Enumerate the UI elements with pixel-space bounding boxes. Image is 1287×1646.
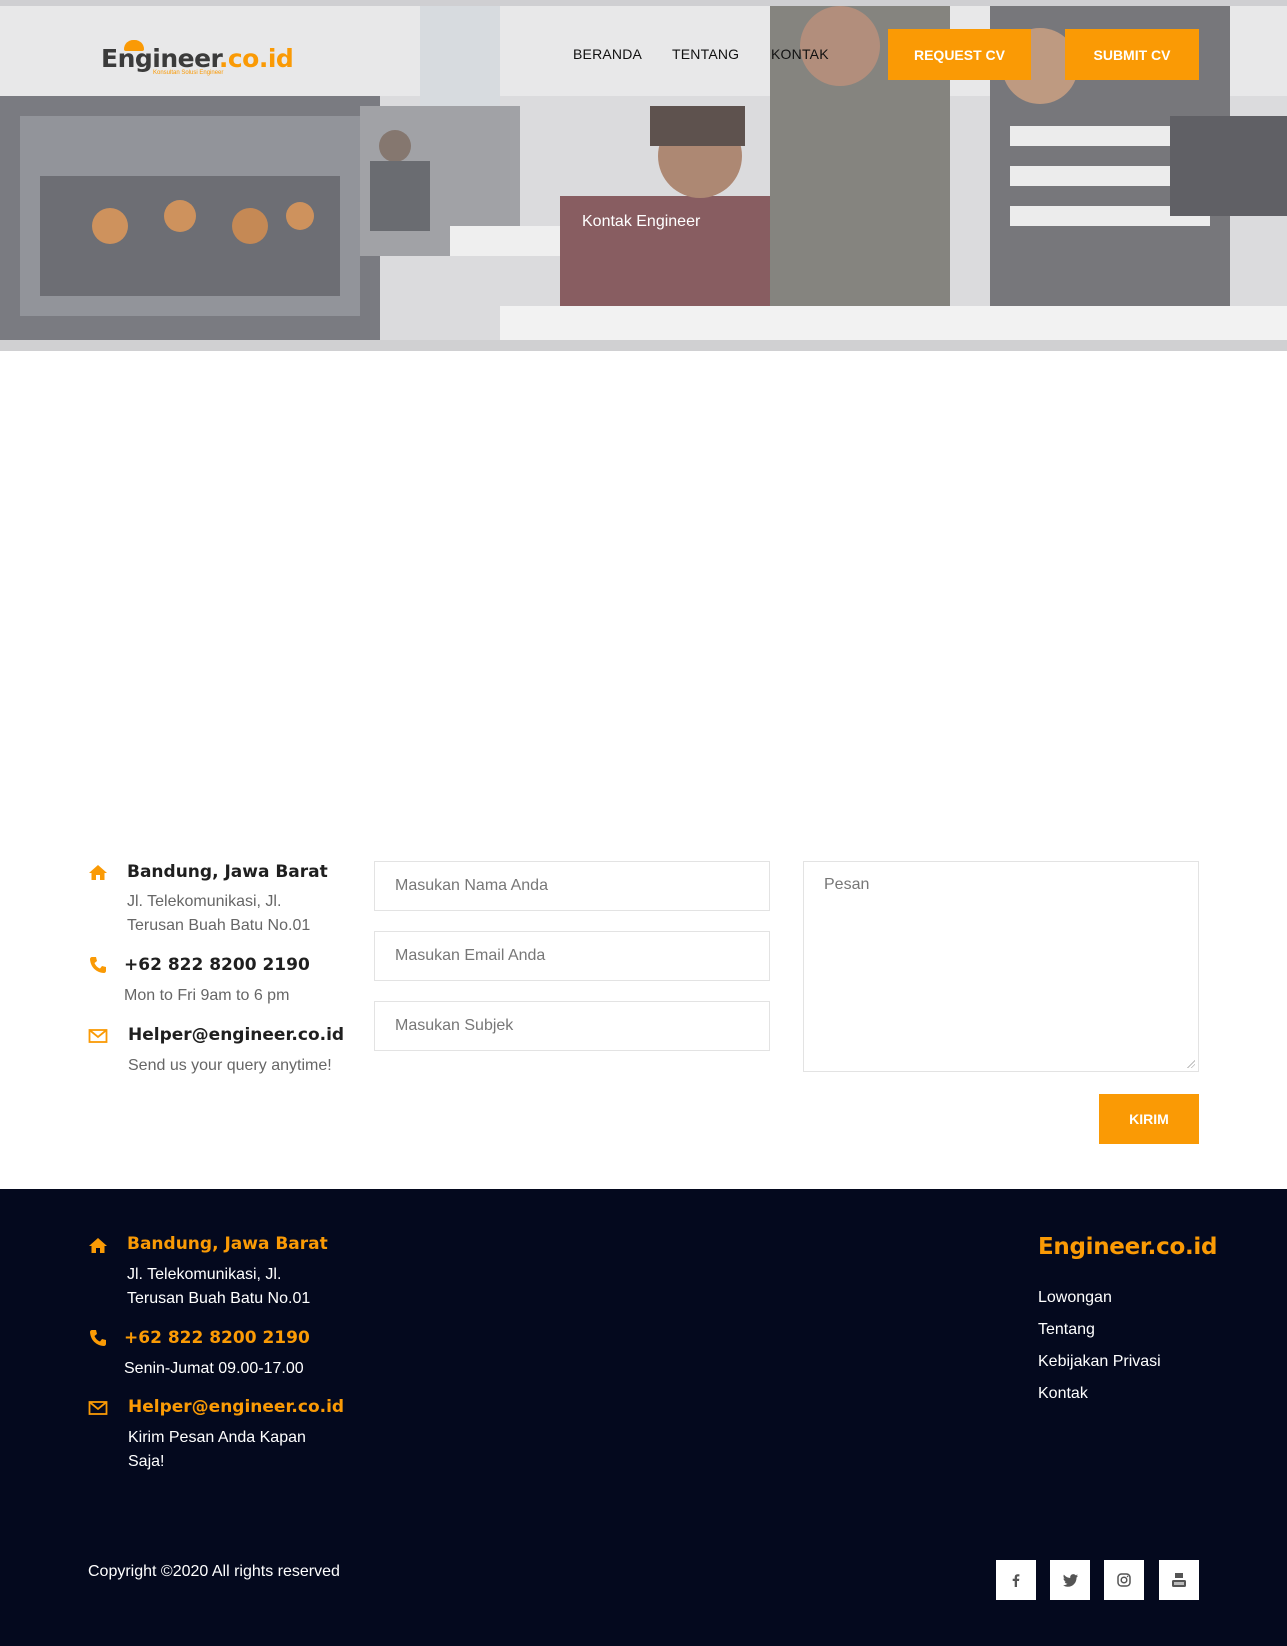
facebook-icon[interactable] (996, 1560, 1036, 1600)
footer-link-kebijakan-privasi[interactable]: Kebijakan Privasi (1038, 1353, 1161, 1371)
footer-link-kontak[interactable]: Kontak (1038, 1385, 1088, 1403)
footer-phone-hours: Senin-Jumat 09.00-17.00 (124, 1360, 304, 1377)
name-input[interactable]: Masukan Nama Anda (374, 861, 770, 911)
kirim-button[interactable]: KIRIM (1099, 1094, 1199, 1144)
twitter-icon[interactable] (1050, 1560, 1090, 1600)
nav-beranda[interactable]: BERANDA (573, 46, 642, 62)
footer-phone-icon (90, 1330, 106, 1346)
footer-address-title: Bandung, Jawa Barat (127, 1234, 328, 1254)
address-title: Bandung, Jawa Barat (127, 862, 328, 882)
footer-email-sub-1: Kirim Pesan Anda Kapan (128, 1429, 306, 1446)
footer-address-line-1: Jl. Telekomunikasi, Jl. (127, 1266, 282, 1283)
nav-kontak[interactable]: KONTAK (771, 46, 829, 62)
footer-link-tentang[interactable]: Tentang (1038, 1321, 1095, 1339)
phone-hours: Mon to Fri 9am to 6 pm (124, 987, 290, 1004)
nav-tentang[interactable]: TENTANG (672, 46, 739, 62)
subject-input[interactable]: Masukan Subjek (374, 1001, 770, 1051)
page-title: Kontak Engineer (582, 213, 701, 230)
home-icon (89, 865, 107, 880)
email-input[interactable]: Masukan Email Anda (374, 931, 770, 981)
request-cv-button[interactable]: REQUEST CV (888, 29, 1031, 80)
logo-text: Engineer.co.id (101, 44, 294, 73)
footer-link-lowongan[interactable]: Lowongan (1038, 1289, 1112, 1307)
message-textarea[interactable]: Pesan (803, 861, 1199, 1072)
phone-icon (90, 957, 106, 973)
instagram-icon[interactable] (1104, 1560, 1144, 1600)
footer-email-sub-2: Saja! (128, 1453, 165, 1470)
page: Engineer.co.id Konsultan Solusi Engineer… (0, 0, 1287, 1646)
youtube-icon[interactable] (1159, 1560, 1199, 1600)
envelope-icon (88, 1029, 108, 1043)
footer-email-title: Helper@engineer.co.id (128, 1397, 345, 1417)
copyright: Copyright ©2020 All rights reserved (88, 1563, 340, 1580)
address-line-1: Jl. Telekomunikasi, Jl. (127, 893, 282, 910)
footer-brand: Engineer.co.id (1038, 1234, 1218, 1260)
submit-cv-button[interactable]: SUBMIT CV (1065, 29, 1199, 80)
site-logo[interactable]: Engineer.co.id Konsultan Solusi Engineer (101, 40, 294, 80)
message-placeholder: Pesan (824, 876, 870, 893)
hero-banner: Engineer.co.id Konsultan Solusi Engineer… (0, 0, 1287, 351)
footer-home-icon (89, 1238, 107, 1253)
email-sub: Send us your query anytime! (128, 1057, 332, 1074)
footer-phone-title: +62 822 8200 2190 (124, 1328, 310, 1348)
hero-bottom-strip (0, 340, 1287, 351)
email-title: Helper@engineer.co.id (128, 1025, 345, 1045)
logo-tagline: Konsultan Solusi Engineer (153, 70, 224, 76)
phone-title: +62 822 8200 2190 (124, 955, 310, 975)
footer-address-line-2: Terusan Buah Batu No.01 (127, 1290, 311, 1307)
address-line-2: Terusan Buah Batu No.01 (127, 917, 311, 934)
footer-envelope-icon (88, 1401, 108, 1415)
resize-handle-icon[interactable] (1187, 1060, 1195, 1068)
